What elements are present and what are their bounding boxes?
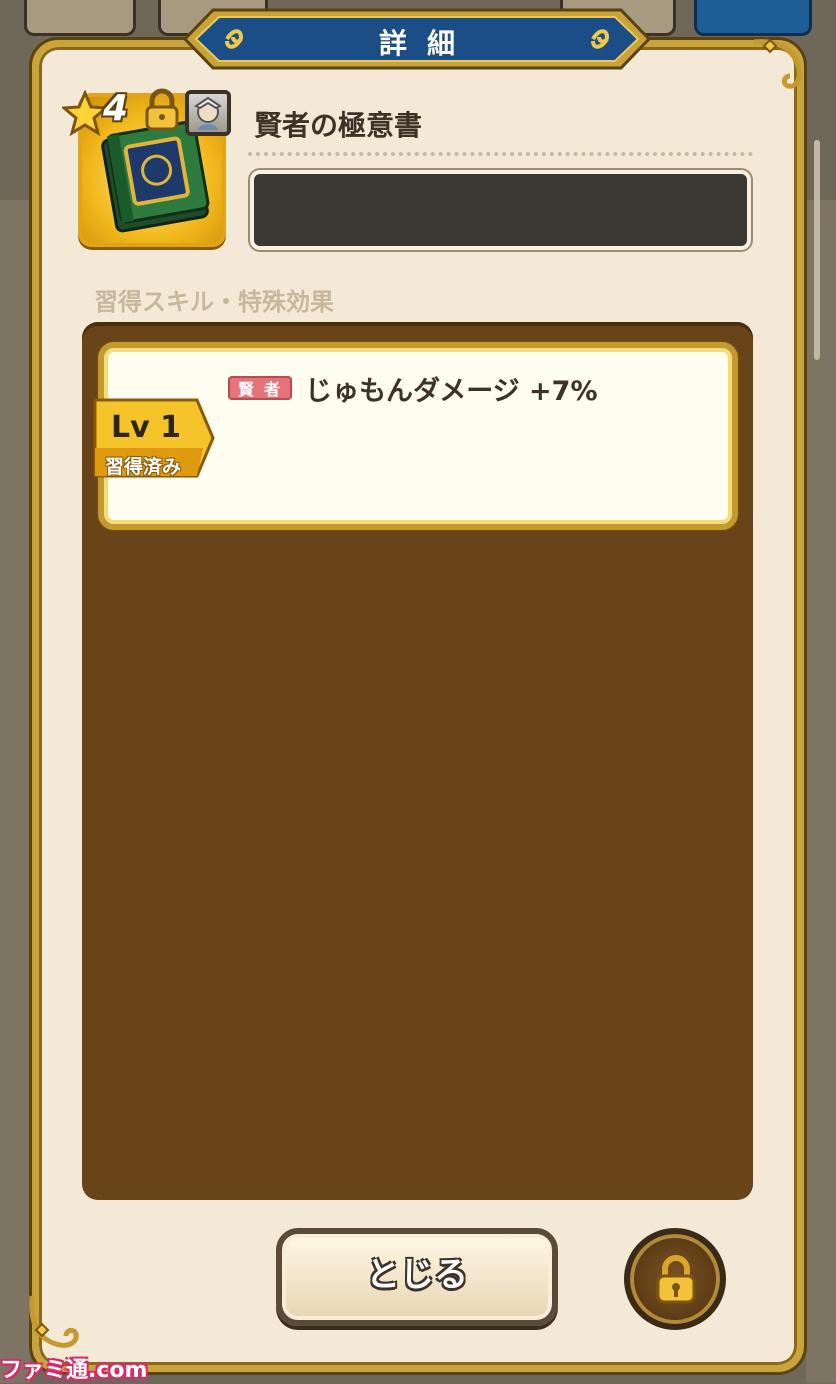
sage-portrait-icon [194, 96, 222, 130]
rarity-star-icon [62, 90, 108, 136]
skill-level: Lv 1 [111, 410, 181, 445]
skill-effect: じゅもんダメージ +7% [305, 376, 598, 407]
name-divider [248, 152, 753, 156]
watermark: ファミ通.com [0, 1358, 148, 1383]
skill-status: 習得済み [105, 456, 182, 478]
rarity-value: 4 [103, 88, 129, 129]
character-avatar [185, 90, 231, 136]
job-badge: 賢者 [228, 376, 292, 400]
item-description-box [250, 170, 751, 250]
ornament-top-right-icon [753, 38, 802, 89]
header-banner: 詳細 [183, 6, 651, 72]
skill-level-badge: Lv 1 習得済み [93, 398, 215, 478]
lock-icon [656, 1255, 696, 1304]
ornament-bottom-left-icon [29, 1295, 79, 1348]
background-right-edge [806, 200, 836, 1383]
scrollbar[interactable] [814, 140, 820, 360]
close-button[interactable]: とじる [276, 1228, 558, 1326]
item-name: 賢者の極意書 [254, 109, 423, 142]
background-tab-1 [24, 0, 136, 36]
section-label: 習得スキル・特殊効果 [94, 288, 334, 316]
header-title: 詳細 [378, 27, 475, 60]
lock-icon [145, 88, 179, 131]
background-left-edge [0, 200, 30, 1383]
background-tab-4 [694, 0, 812, 36]
lock-button[interactable] [624, 1228, 726, 1330]
